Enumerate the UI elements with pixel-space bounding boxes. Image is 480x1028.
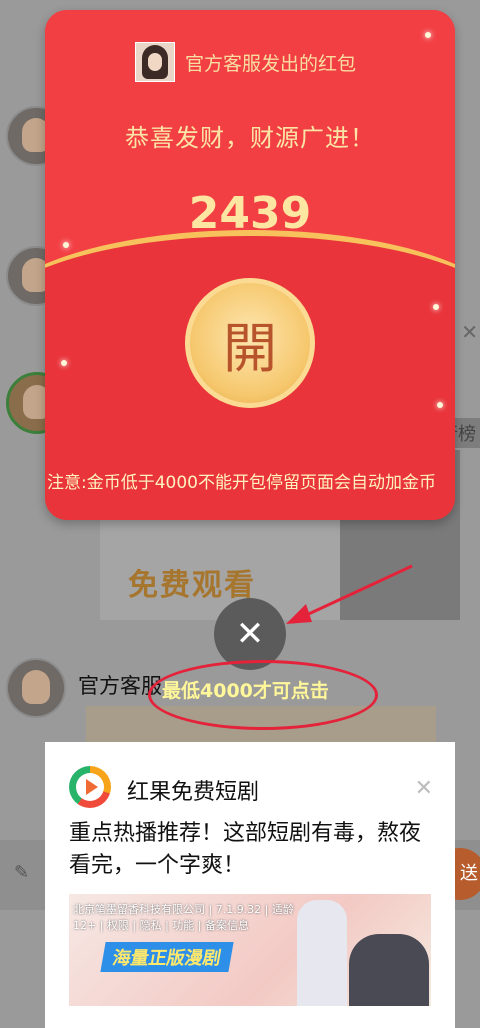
ad-banner[interactable]: 北京笔墨留香科技有限公司 | 7.1.9.32 | 适龄12+ | 权限 | 隐…: [69, 894, 431, 1006]
ad-app-name: 红果免费短剧: [127, 780, 260, 805]
ad-slogan: 海量正版漫剧: [100, 942, 234, 972]
ad-figure: [349, 934, 429, 1006]
app-logo-icon: [69, 766, 111, 808]
close-icon: ✕: [235, 614, 265, 654]
hint-text: 最低4000才可点击: [162, 680, 329, 702]
ad-close-icon[interactable]: ✕: [415, 776, 433, 801]
ad-compliance-text: 北京笔墨留香科技有限公司 | 7.1.9.32 | 适龄12+ | 权限 | 隐…: [73, 903, 294, 932]
close-button[interactable]: ✕: [214, 598, 286, 670]
ad-headline: 重点热播推荐！这部短剧有毒，熬夜看完，一个字爽！: [69, 821, 422, 878]
ad-card[interactable]: 红果免费短剧 ✕ 重点热播推荐！这部短剧有毒，熬夜看完，一个字爽！ 北京笔墨留香…: [45, 742, 455, 1028]
